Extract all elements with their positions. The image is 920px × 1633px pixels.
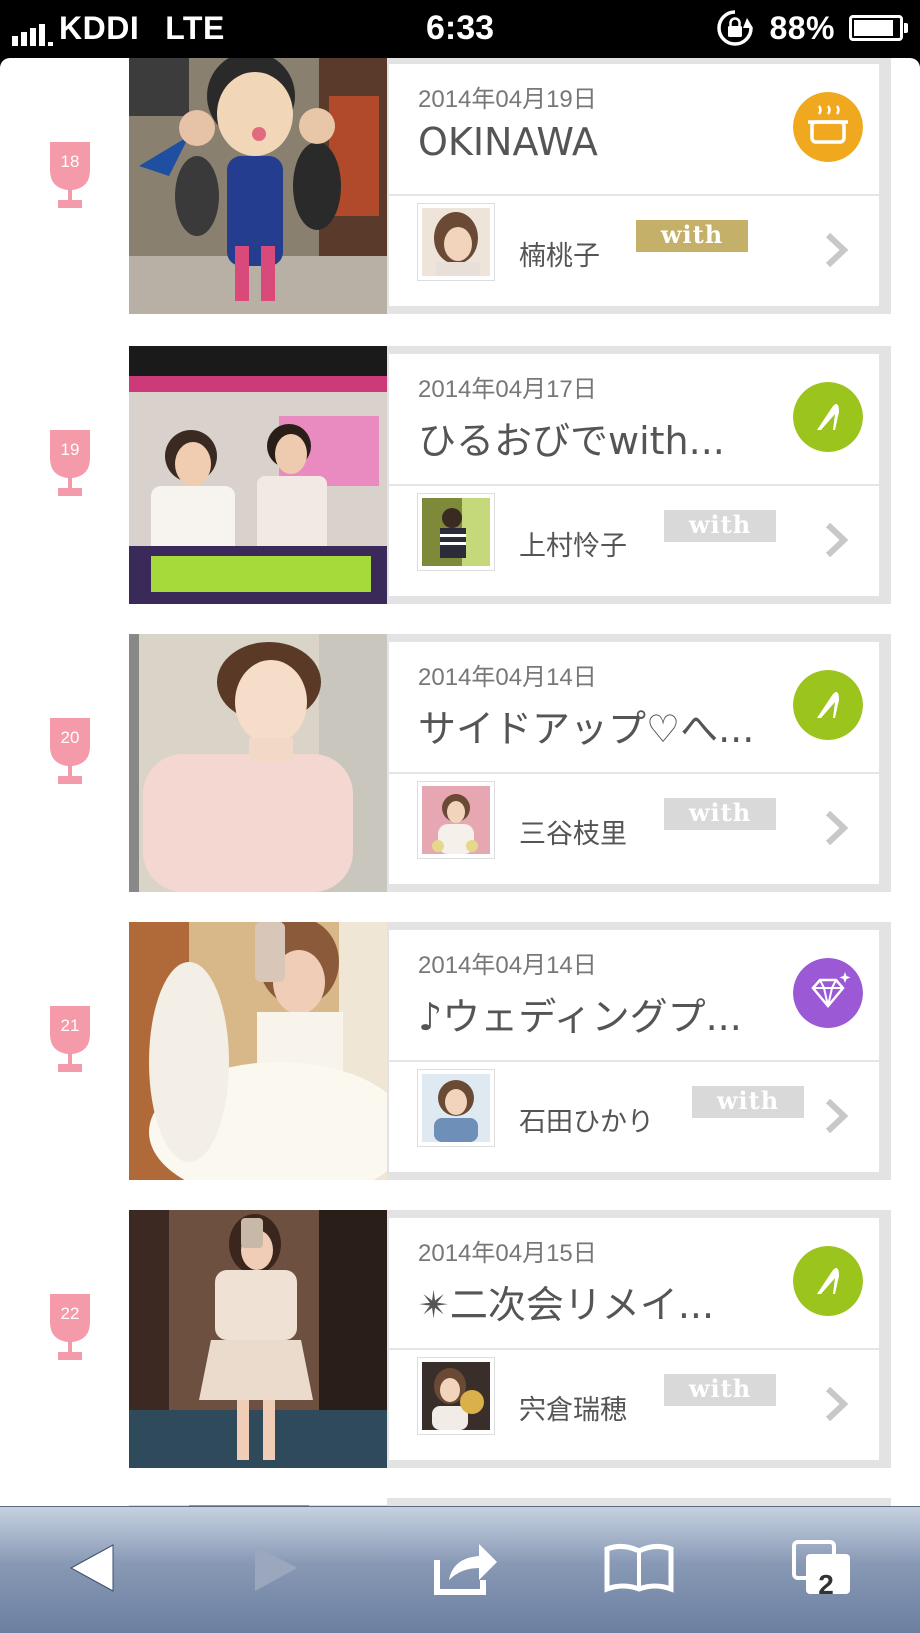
author-name[interactable]: 宍倉瑞穂 (519, 1388, 627, 1427)
entry-card[interactable]: 2014年04月17日 ひるおびでwith... 上村怜子 with (387, 346, 891, 604)
trophy-icon (50, 718, 90, 784)
chevron-right-icon[interactable] (823, 1096, 849, 1136)
entry-date: 2014年04月14日 (418, 664, 597, 691)
battery-percent: 88% (769, 10, 835, 46)
rank-badge: 22 (48, 1292, 92, 1362)
entry-date: 2014年04月15日 (418, 1240, 597, 1267)
entry-title[interactable]: サイドアップ♡へ... (418, 698, 778, 753)
pot-icon (793, 92, 863, 162)
ranking-row[interactable]: 18 2014年04月19日 OKINAWA 楠桃子 with (0, 58, 920, 314)
status-right: 88% (715, 10, 908, 46)
diamond-icon (793, 958, 863, 1028)
author-avatar[interactable] (418, 204, 494, 280)
chevron-right-icon[interactable] (823, 1384, 849, 1424)
card-divider (389, 194, 879, 196)
bookmarks-icon[interactable] (603, 1543, 675, 1593)
entry-date: 2014年04月14日 (418, 952, 597, 979)
author-name[interactable]: 楠桃子 (519, 234, 600, 273)
entry-date: 2014年04月17日 (418, 376, 597, 403)
trophy-icon (50, 142, 90, 208)
high-heel-icon (793, 382, 863, 452)
magazine-tag: with (664, 798, 776, 830)
trophy-icon (50, 430, 90, 496)
rank-badge: 20 (48, 716, 92, 786)
author-avatar[interactable] (418, 494, 494, 570)
entry-photo[interactable] (129, 922, 387, 1180)
entry-title[interactable]: ✴二次会リメイ... (418, 1274, 778, 1329)
entry-title[interactable]: OKINAWA (418, 120, 778, 164)
entry-date: 2014年04月19日 (418, 86, 597, 113)
rank-badge: 21 (48, 1004, 92, 1074)
entry-photo[interactable] (129, 1210, 387, 1468)
entry-card[interactable] (387, 1498, 891, 1506)
magazine-tag: with (664, 1374, 776, 1406)
trophy-icon (50, 1006, 90, 1072)
author-name[interactable]: 上村怜子 (519, 524, 627, 563)
entry-photo[interactable] (129, 634, 387, 892)
rank-number: 18 (60, 152, 80, 171)
entry-title[interactable]: ♪ウェディングプ... (418, 986, 778, 1041)
chevron-right-icon[interactable] (823, 808, 849, 848)
share-button[interactable] (426, 1533, 506, 1603)
entry-photo[interactable] (129, 1498, 387, 1506)
ranking-row[interactable]: 19 2014年04月17日 ひるおびでwith... 上村怜子 with (0, 346, 920, 604)
rank-badge: 18 (48, 140, 92, 210)
entry-card[interactable]: 2014年04月19日 OKINAWA 楠桃子 with (387, 58, 891, 314)
rank-number: 20 (60, 728, 80, 747)
chevron-right-icon[interactable] (823, 520, 849, 560)
card-divider (389, 772, 879, 774)
share-icon[interactable] (431, 1540, 501, 1596)
chevron-right-icon[interactable] (823, 230, 849, 270)
back-button[interactable] (52, 1533, 132, 1603)
ranking-row[interactable]: 22 2014年04月15日 ✴二次会リメイ... 宍倉瑞穂 with (0, 1210, 920, 1468)
entry-card[interactable]: 2014年04月15日 ✴二次会リメイ... 宍倉瑞穂 with (387, 1210, 891, 1468)
magazine-tag: with (692, 1086, 804, 1118)
rotation-lock-icon (717, 10, 754, 46)
author-name[interactable]: 石田ひかり (519, 1100, 654, 1139)
bookmarks-button[interactable] (599, 1533, 679, 1603)
rank-badge: 19 (48, 428, 92, 498)
entry-card[interactable]: 2014年04月14日 サイドアップ♡へ... 三谷枝里 with (387, 634, 891, 892)
rank-number: 21 (60, 1016, 80, 1035)
tab-count: 2 (818, 1569, 834, 1600)
browser-toolbar: 2 (0, 1506, 920, 1633)
back-arrow-icon[interactable] (67, 1541, 117, 1595)
author-avatar[interactable] (418, 1358, 494, 1434)
author-avatar[interactable] (418, 782, 494, 858)
entry-card[interactable]: 2014年04月14日 ♪ウェディングプ... 石田ひかり with (387, 922, 891, 1180)
ranking-list[interactable]: 18 2014年04月19日 OKINAWA 楠桃子 with 19 2014年… (0, 58, 920, 1506)
entry-title[interactable]: ひるおびでwith... (418, 410, 778, 465)
author-name[interactable]: 三谷枝里 (519, 812, 627, 851)
rank-number: 22 (60, 1304, 80, 1323)
high-heel-icon (793, 1246, 863, 1316)
magazine-tag: with (636, 220, 748, 252)
author-avatar[interactable] (418, 1070, 494, 1146)
high-heel-icon (793, 670, 863, 740)
status-bar: KDDI LTE 6:33 88% (0, 0, 920, 58)
battery-icon (849, 15, 908, 41)
forward-button[interactable] (236, 1533, 316, 1603)
entry-photo[interactable] (129, 346, 387, 604)
trophy-icon (50, 1294, 90, 1360)
card-divider (389, 484, 879, 486)
card-divider (389, 1348, 879, 1350)
ranking-row[interactable]: 20 2014年04月14日 サイドアップ♡へ... 三谷枝里 with (0, 634, 920, 892)
ranking-row-partial[interactable] (0, 1498, 920, 1506)
rank-number: 19 (60, 440, 80, 459)
magazine-tag: with (664, 510, 776, 542)
ranking-row[interactable]: 21 2014年04月14日 ♪ウェディングプ... 石田ひかり with (0, 922, 920, 1180)
forward-arrow-icon[interactable] (251, 1541, 301, 1595)
card-divider (389, 1060, 879, 1062)
entry-photo[interactable] (129, 58, 387, 314)
